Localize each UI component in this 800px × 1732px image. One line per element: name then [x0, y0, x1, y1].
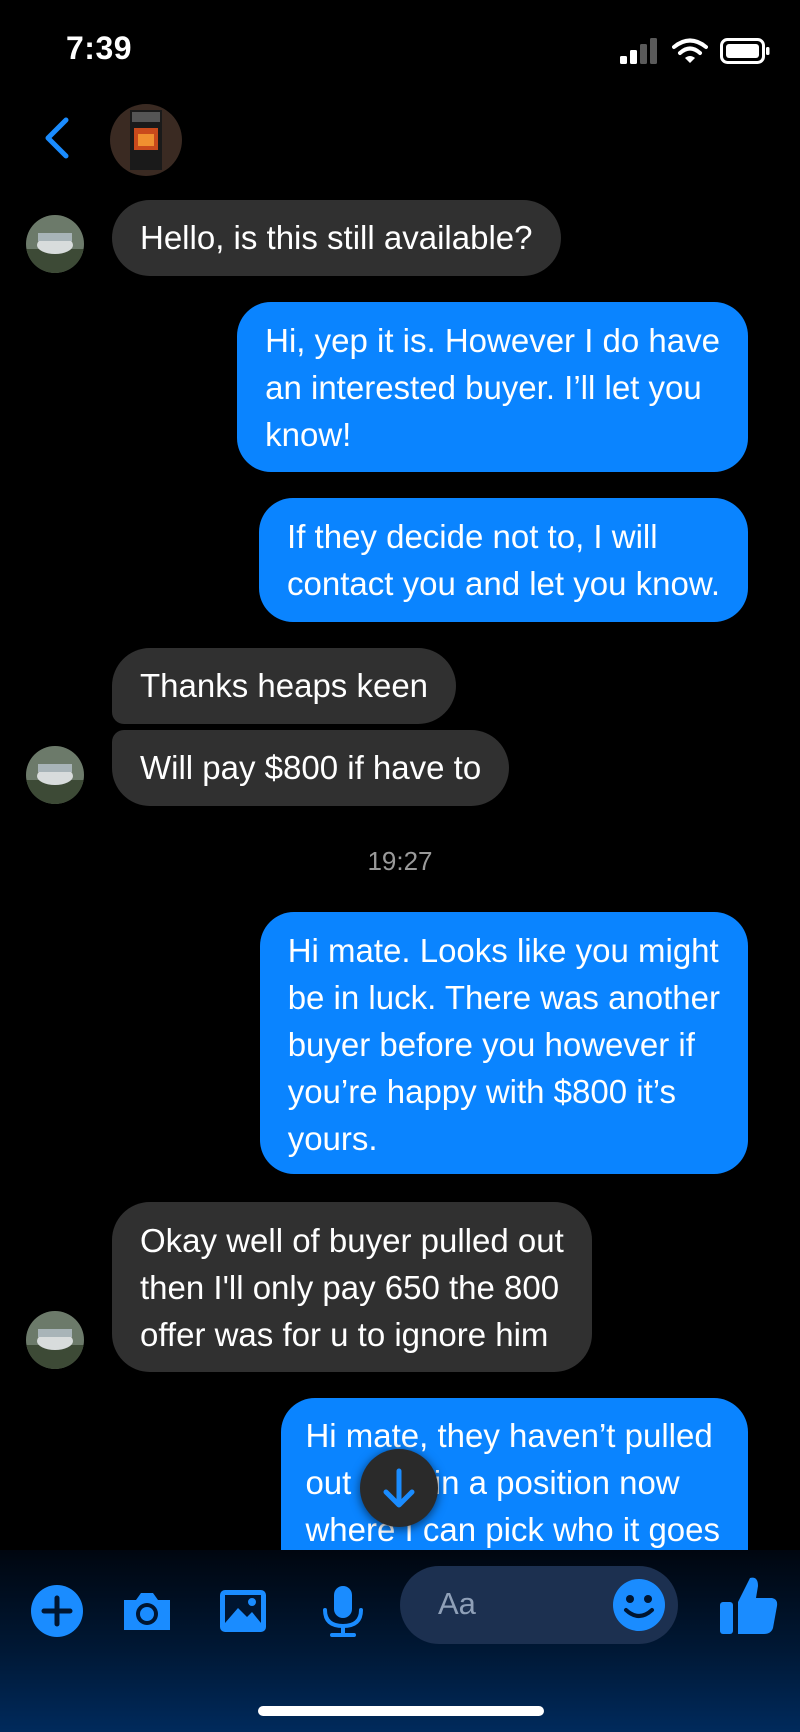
- message-text: offer was for u to ignore him: [140, 1316, 549, 1353]
- conversation-header: [0, 100, 800, 190]
- message-text: Okay well of buyer pulled out: [140, 1222, 564, 1259]
- received-message: Thanks heaps keen: [112, 648, 457, 724]
- battery-icon: [720, 38, 770, 64]
- received-message: Okay well of buyer pulled out then I'll …: [112, 1202, 592, 1372]
- plus-icon[interactable]: [28, 1582, 86, 1640]
- home-indicator: [258, 1706, 544, 1716]
- received-message: Hello, is this still available?: [112, 200, 561, 276]
- received-message: Will pay $800 if have to: [112, 730, 510, 806]
- microphone-icon[interactable]: [314, 1582, 372, 1640]
- wifi-icon: [672, 38, 708, 63]
- status-time: 7:39: [66, 30, 133, 66]
- message-text: an interested buyer. I’ll let you: [265, 369, 702, 406]
- sent-message: Hi, yep it is. However I do have an inte…: [237, 302, 748, 472]
- message-text: Hi mate. Looks like you might: [287, 932, 719, 969]
- message-text: Hello, is this still available?: [140, 219, 533, 256]
- sender-avatar: [26, 1311, 84, 1369]
- sender-avatar: [26, 215, 84, 273]
- message-input[interactable]: Aa: [400, 1566, 678, 1644]
- contact-avatar[interactable]: [110, 104, 182, 176]
- arrow-down-icon: [383, 1468, 415, 1508]
- emoji-icon[interactable]: [610, 1576, 668, 1634]
- message-text: Thanks heaps keen: [140, 667, 429, 704]
- message-timestamp: 19:27: [367, 846, 433, 876]
- status-bar: 7:39: [0, 0, 800, 100]
- scroll-to-bottom-button[interactable]: [360, 1449, 438, 1527]
- message-text: be in luck. There was another: [287, 979, 720, 1016]
- gallery-icon[interactable]: [214, 1582, 272, 1640]
- message-text: If they decide not to, I will: [287, 518, 658, 555]
- message-text: yours.: [287, 1120, 378, 1157]
- sent-message: Hi mate. Looks like you might be in luck…: [259, 912, 748, 1174]
- cellular-signal-icon: [620, 38, 657, 64]
- thumbs-up-icon[interactable]: [718, 1572, 778, 1634]
- message-text: buyer before you however if: [287, 1026, 695, 1063]
- message-input-placeholder: Aa: [438, 1586, 476, 1621]
- message-text: Hi, yep it is. However I do have: [265, 322, 720, 359]
- message-text: know!: [265, 416, 352, 453]
- chevron-left-icon: [45, 117, 69, 159]
- message-composer: [0, 1550, 800, 1732]
- sent-message: If they decide not to, I will contact yo…: [259, 498, 748, 622]
- back-button[interactable]: [38, 114, 78, 162]
- message-text: you’re happy with $800 it’s: [287, 1073, 676, 1110]
- message-text: Will pay $800 if have to: [140, 749, 482, 786]
- message-text: then I'll only pay 650 the 800: [140, 1269, 560, 1306]
- message-text: contact you and let you know.: [287, 565, 720, 602]
- camera-icon[interactable]: [118, 1582, 176, 1640]
- sender-avatar: [26, 746, 84, 804]
